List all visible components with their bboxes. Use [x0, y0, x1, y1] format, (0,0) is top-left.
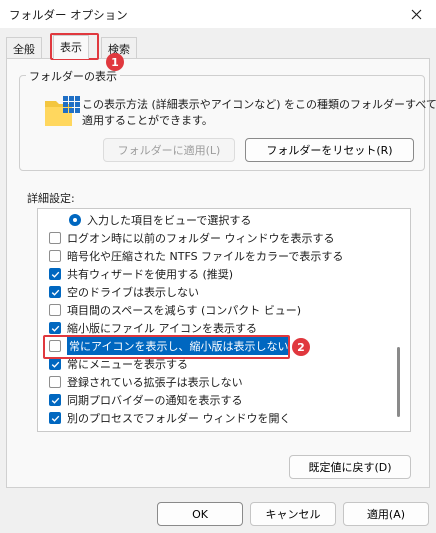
radio-button[interactable] [69, 214, 81, 226]
apply-button[interactable]: 適用(A) [343, 502, 429, 526]
list-item[interactable]: 同期プロバイダーの通知を表示する [49, 391, 389, 409]
checkbox[interactable] [49, 322, 61, 334]
ok-button[interactable]: OK [157, 502, 243, 526]
list-item[interactable]: 空のドライブは表示しない [49, 283, 389, 301]
annotation-box-item [43, 335, 290, 359]
list-item[interactable]: 暗号化や圧縮された NTFS ファイルをカラーで表示する [49, 247, 389, 265]
checkbox[interactable] [49, 358, 61, 370]
advanced-settings-list[interactable]: 入力した項目をビューで選択する ログオン時に以前のフォルダー ウィンドウを表示す… [37, 208, 411, 432]
reset-folders-button[interactable]: フォルダーをリセット(R) [245, 138, 414, 162]
title-bar: フォルダー オプション [0, 0, 436, 28]
apply-to-folders-button[interactable]: フォルダーに適用(L) [103, 138, 235, 162]
checkbox[interactable] [49, 286, 61, 298]
list-item[interactable]: 項目間のスペースを減らす (コンパクト ビュー) [49, 301, 389, 319]
checkbox[interactable] [49, 232, 61, 244]
folder-views-legend: フォルダーの表示 [26, 68, 120, 84]
tab-general[interactable]: 全般 [6, 37, 42, 58]
tab-view[interactable]: 表示 [53, 35, 89, 59]
cancel-button[interactable]: キャンセル [250, 502, 336, 526]
checkbox[interactable] [49, 412, 61, 424]
folder-views-description-1: この表示方法 (詳細表示やアイコンなど) をこの種類のフォルダーすべてに [82, 98, 436, 111]
scrollbar[interactable] [397, 217, 400, 427]
list-item[interactable]: 別のプロセスでフォルダー ウィンドウを開く [49, 409, 389, 427]
annotation-badge-1: 1 [106, 53, 124, 71]
list-item[interactable]: ログオン時に以前のフォルダー ウィンドウを表示する [49, 229, 389, 247]
window-title: フォルダー オプション [9, 8, 128, 22]
checkbox[interactable] [49, 304, 61, 316]
list-item[interactable]: 入力した項目をビューで選択する [49, 211, 389, 229]
checkbox[interactable] [49, 268, 61, 280]
folder-icon [44, 95, 84, 129]
annotation-badge-2: 2 [292, 338, 310, 356]
checkbox[interactable] [49, 376, 61, 388]
checkbox[interactable] [49, 394, 61, 406]
folder-views-description-2: 適用することができます。 [82, 114, 213, 127]
scrollbar-thumb[interactable] [397, 347, 400, 417]
checkbox[interactable] [49, 250, 61, 262]
close-icon[interactable] [406, 4, 426, 24]
list-item[interactable]: 共有ウィザードを使用する (推奨) [49, 265, 389, 283]
restore-defaults-button[interactable]: 既定値に戻す(D) [289, 455, 411, 479]
list-item[interactable]: 登録されている拡張子は表示しない [49, 373, 389, 391]
advanced-settings-label: 詳細設定: [27, 192, 75, 205]
